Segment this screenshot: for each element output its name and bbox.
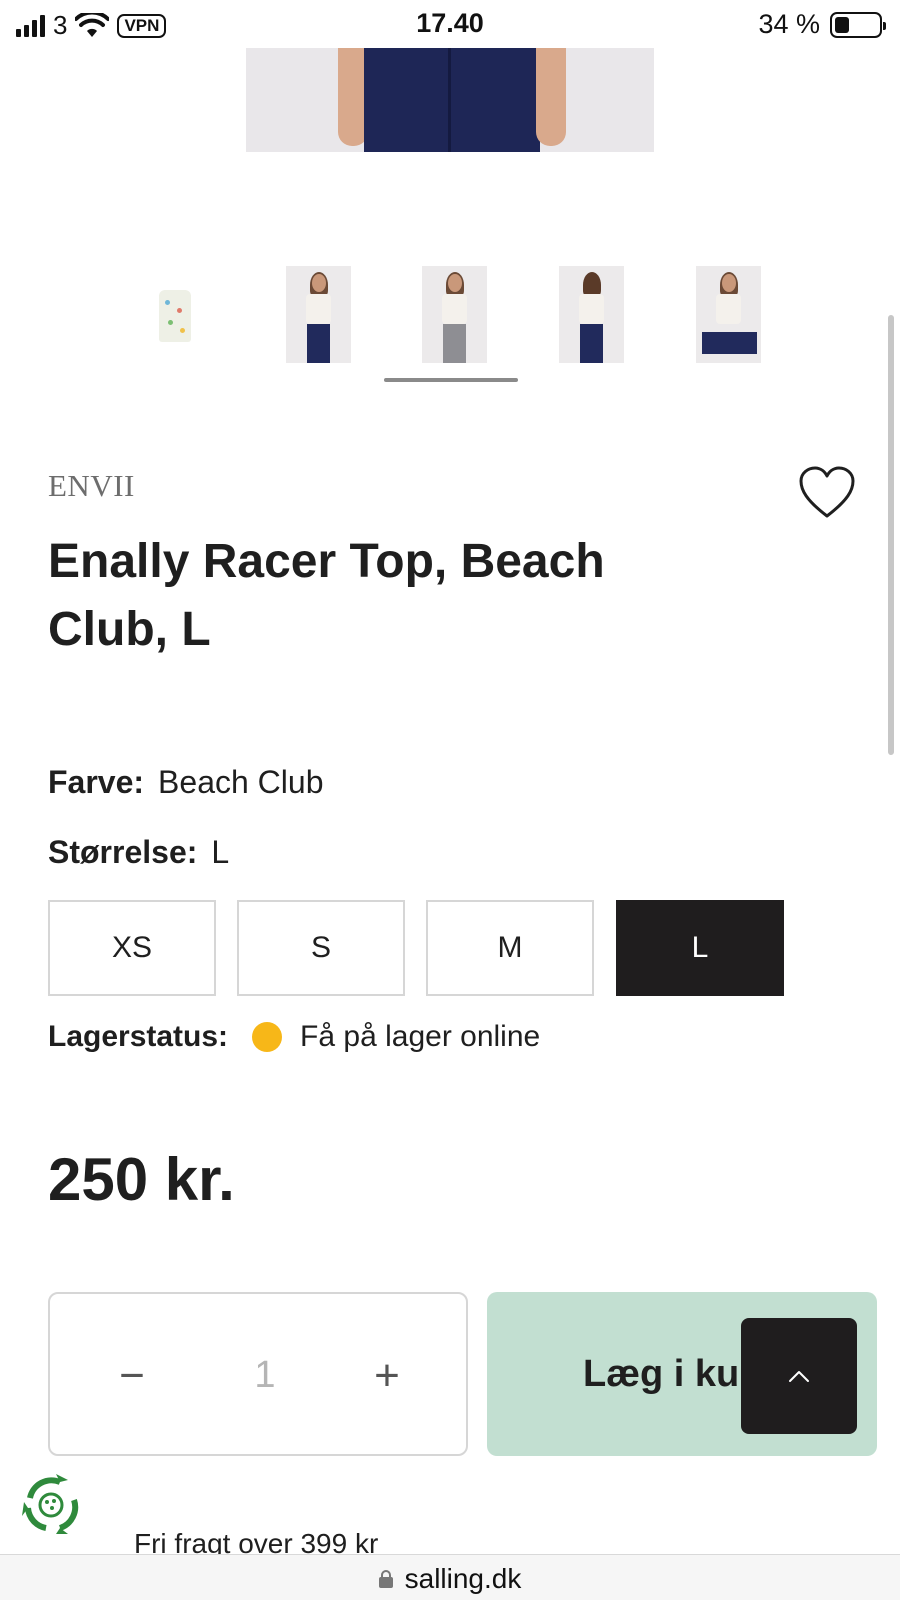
thumbnail-2[interactable] xyxy=(286,266,351,363)
lock-icon xyxy=(378,1570,393,1588)
quantity-value[interactable]: 1 xyxy=(230,1340,300,1410)
stock-label: Lagerstatus: xyxy=(48,1020,229,1053)
model-top xyxy=(716,294,741,324)
stock-text: Få på lager online xyxy=(300,1020,541,1053)
thumbnail-1[interactable] xyxy=(140,266,205,363)
model-head xyxy=(448,274,462,292)
size-option-s[interactable]: S xyxy=(237,900,405,996)
model-pants xyxy=(580,324,603,363)
url-text: salling.dk xyxy=(404,1563,522,1594)
size-option-m[interactable]: M xyxy=(426,900,594,996)
color-label: Farve: xyxy=(48,764,145,800)
thumbnail-4[interactable] xyxy=(559,266,624,363)
product-title: Enally Racer Top, Beach Club, L xyxy=(48,535,605,656)
status-right: 34 % xyxy=(758,9,886,40)
chevron-up-icon xyxy=(789,1371,809,1382)
battery-fill xyxy=(835,16,850,33)
thumbnail-3[interactable] xyxy=(422,266,487,363)
tank-top-image xyxy=(159,290,191,342)
thumbnail-5[interactable] xyxy=(696,266,761,363)
battery-icon xyxy=(830,11,886,38)
model-top xyxy=(579,294,604,324)
product-main-image[interactable] xyxy=(246,48,654,152)
url-field[interactable]: salling.dk xyxy=(0,1563,900,1595)
battery-percent: 34 % xyxy=(758,9,820,39)
size-option-xs[interactable]: XS xyxy=(48,900,216,996)
page-scrollbar[interactable] xyxy=(888,315,894,755)
scroll-to-top-button[interactable] xyxy=(741,1318,857,1434)
thumbnail-strip xyxy=(140,266,761,366)
quantity-decrease-button[interactable]: − xyxy=(100,1344,164,1408)
quantity-stepper: − 1 + xyxy=(48,1292,468,1456)
image-arm-right xyxy=(536,48,566,146)
model-pants xyxy=(702,332,757,354)
status-bar: 3 VPN 17.40 34 % xyxy=(0,0,900,48)
size-selector: XS S M L xyxy=(48,900,784,996)
product-price: 250 kr. xyxy=(48,1146,235,1213)
browser-url-bar[interactable]: salling.dk xyxy=(0,1554,900,1600)
quantity-increase-button[interactable]: + xyxy=(355,1344,419,1408)
model-pants xyxy=(307,324,330,363)
size-option-l[interactable]: L xyxy=(616,900,784,996)
stock-indicator-dot xyxy=(252,1022,283,1052)
free-shipping-note: Fri fragt over 399 kr xyxy=(134,1528,379,1556)
thumbnail-active-indicator xyxy=(384,378,518,382)
add-to-cart-label: Læg i ku xyxy=(583,1353,740,1395)
stock-status: Lagerstatus: Få på lager online xyxy=(48,1020,540,1054)
model-head xyxy=(722,274,736,292)
size-row: Størrelse: L xyxy=(48,834,229,871)
image-pants xyxy=(364,48,540,152)
color-row: Farve: Beach Club xyxy=(48,764,323,801)
size-label: Størrelse: xyxy=(48,834,198,870)
model-pants xyxy=(443,324,466,363)
model-top xyxy=(306,294,331,324)
model-top xyxy=(442,294,467,324)
size-value: L xyxy=(211,834,230,870)
model-head xyxy=(312,274,326,292)
heart-icon[interactable] xyxy=(798,466,856,520)
brand-name[interactable]: ENVII xyxy=(48,468,135,504)
color-value: Beach Club xyxy=(158,764,324,800)
recycle-eco-icon[interactable] xyxy=(16,1470,86,1540)
